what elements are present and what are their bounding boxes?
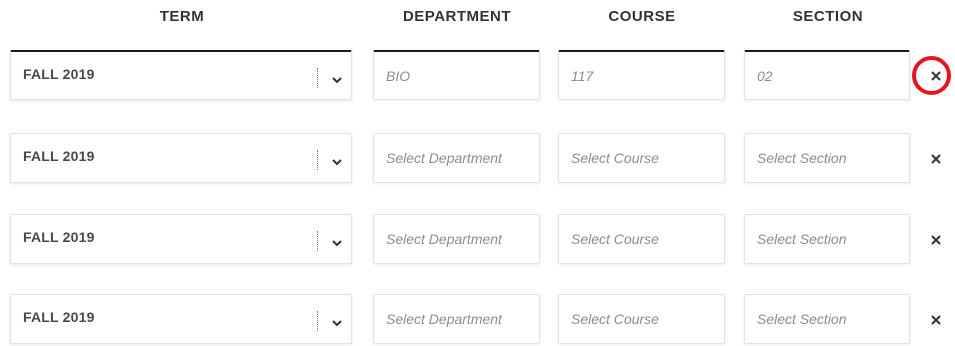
chevron-down-icon[interactable] bbox=[331, 235, 343, 247]
course-row: FALL 2019 Select Department Select Cours… bbox=[0, 214, 955, 266]
term-value: FALL 2019 bbox=[23, 229, 95, 245]
term-column-header: TERM bbox=[159, 8, 205, 25]
section-column-header: SECTION bbox=[792, 8, 864, 25]
section-input[interactable]: Select Section bbox=[744, 214, 910, 264]
section-input[interactable]: Select Section bbox=[744, 133, 910, 183]
department-input[interactable]: Select Department bbox=[373, 214, 540, 264]
course-row: FALL 2019 BIO 117 02 bbox=[0, 50, 955, 102]
section-placeholder: Select Section bbox=[757, 311, 847, 327]
course-placeholder: Select Course bbox=[571, 311, 659, 327]
course-placeholder: Select Course bbox=[571, 150, 659, 166]
dropdown-divider bbox=[317, 311, 318, 331]
close-icon[interactable] bbox=[926, 149, 946, 169]
department-input[interactable]: Select Department bbox=[373, 133, 540, 183]
course-placeholder: Select Course bbox=[571, 231, 659, 247]
department-input[interactable]: BIO bbox=[373, 50, 540, 100]
course-value: 117 bbox=[571, 68, 594, 84]
department-column-header: DEPARTMENT bbox=[402, 8, 512, 25]
close-icon[interactable] bbox=[926, 310, 946, 330]
term-select[interactable]: FALL 2019 bbox=[10, 50, 352, 100]
close-icon[interactable] bbox=[926, 66, 946, 86]
chevron-down-icon[interactable] bbox=[331, 315, 343, 327]
term-select[interactable]: FALL 2019 bbox=[10, 214, 352, 264]
chevron-down-icon[interactable] bbox=[331, 154, 343, 166]
close-icon[interactable] bbox=[926, 230, 946, 250]
section-value: 02 bbox=[757, 68, 773, 84]
dropdown-divider bbox=[317, 150, 318, 170]
department-placeholder: Select Department bbox=[386, 150, 502, 166]
dropdown-divider bbox=[317, 231, 318, 251]
section-input[interactable]: Select Section bbox=[744, 294, 910, 344]
dropdown-divider bbox=[317, 68, 318, 88]
department-value: BIO bbox=[386, 68, 411, 84]
term-select[interactable]: FALL 2019 bbox=[10, 133, 352, 183]
department-input[interactable]: Select Department bbox=[373, 294, 540, 344]
course-input[interactable]: Select Course bbox=[558, 214, 725, 264]
course-input[interactable]: Select Course bbox=[558, 133, 725, 183]
course-row: FALL 2019 Select Department Select Cours… bbox=[0, 133, 955, 185]
course-row: FALL 2019 Select Department Select Cours… bbox=[0, 294, 955, 346]
term-value: FALL 2019 bbox=[23, 148, 95, 164]
column-header-row: TERM DEPARTMENT COURSE SECTION bbox=[0, 0, 955, 34]
course-column-header: COURSE bbox=[608, 8, 676, 25]
term-value: FALL 2019 bbox=[23, 66, 95, 82]
section-placeholder: Select Section bbox=[757, 150, 847, 166]
chevron-down-icon[interactable] bbox=[331, 72, 343, 84]
term-value: FALL 2019 bbox=[23, 309, 95, 325]
term-select[interactable]: FALL 2019 bbox=[10, 294, 352, 344]
department-placeholder: Select Department bbox=[386, 311, 502, 327]
course-input[interactable]: Select Course bbox=[558, 294, 725, 344]
department-placeholder: Select Department bbox=[386, 231, 502, 247]
section-input[interactable]: 02 bbox=[744, 50, 910, 100]
section-placeholder: Select Section bbox=[757, 231, 847, 247]
course-input[interactable]: 117 bbox=[558, 50, 725, 100]
